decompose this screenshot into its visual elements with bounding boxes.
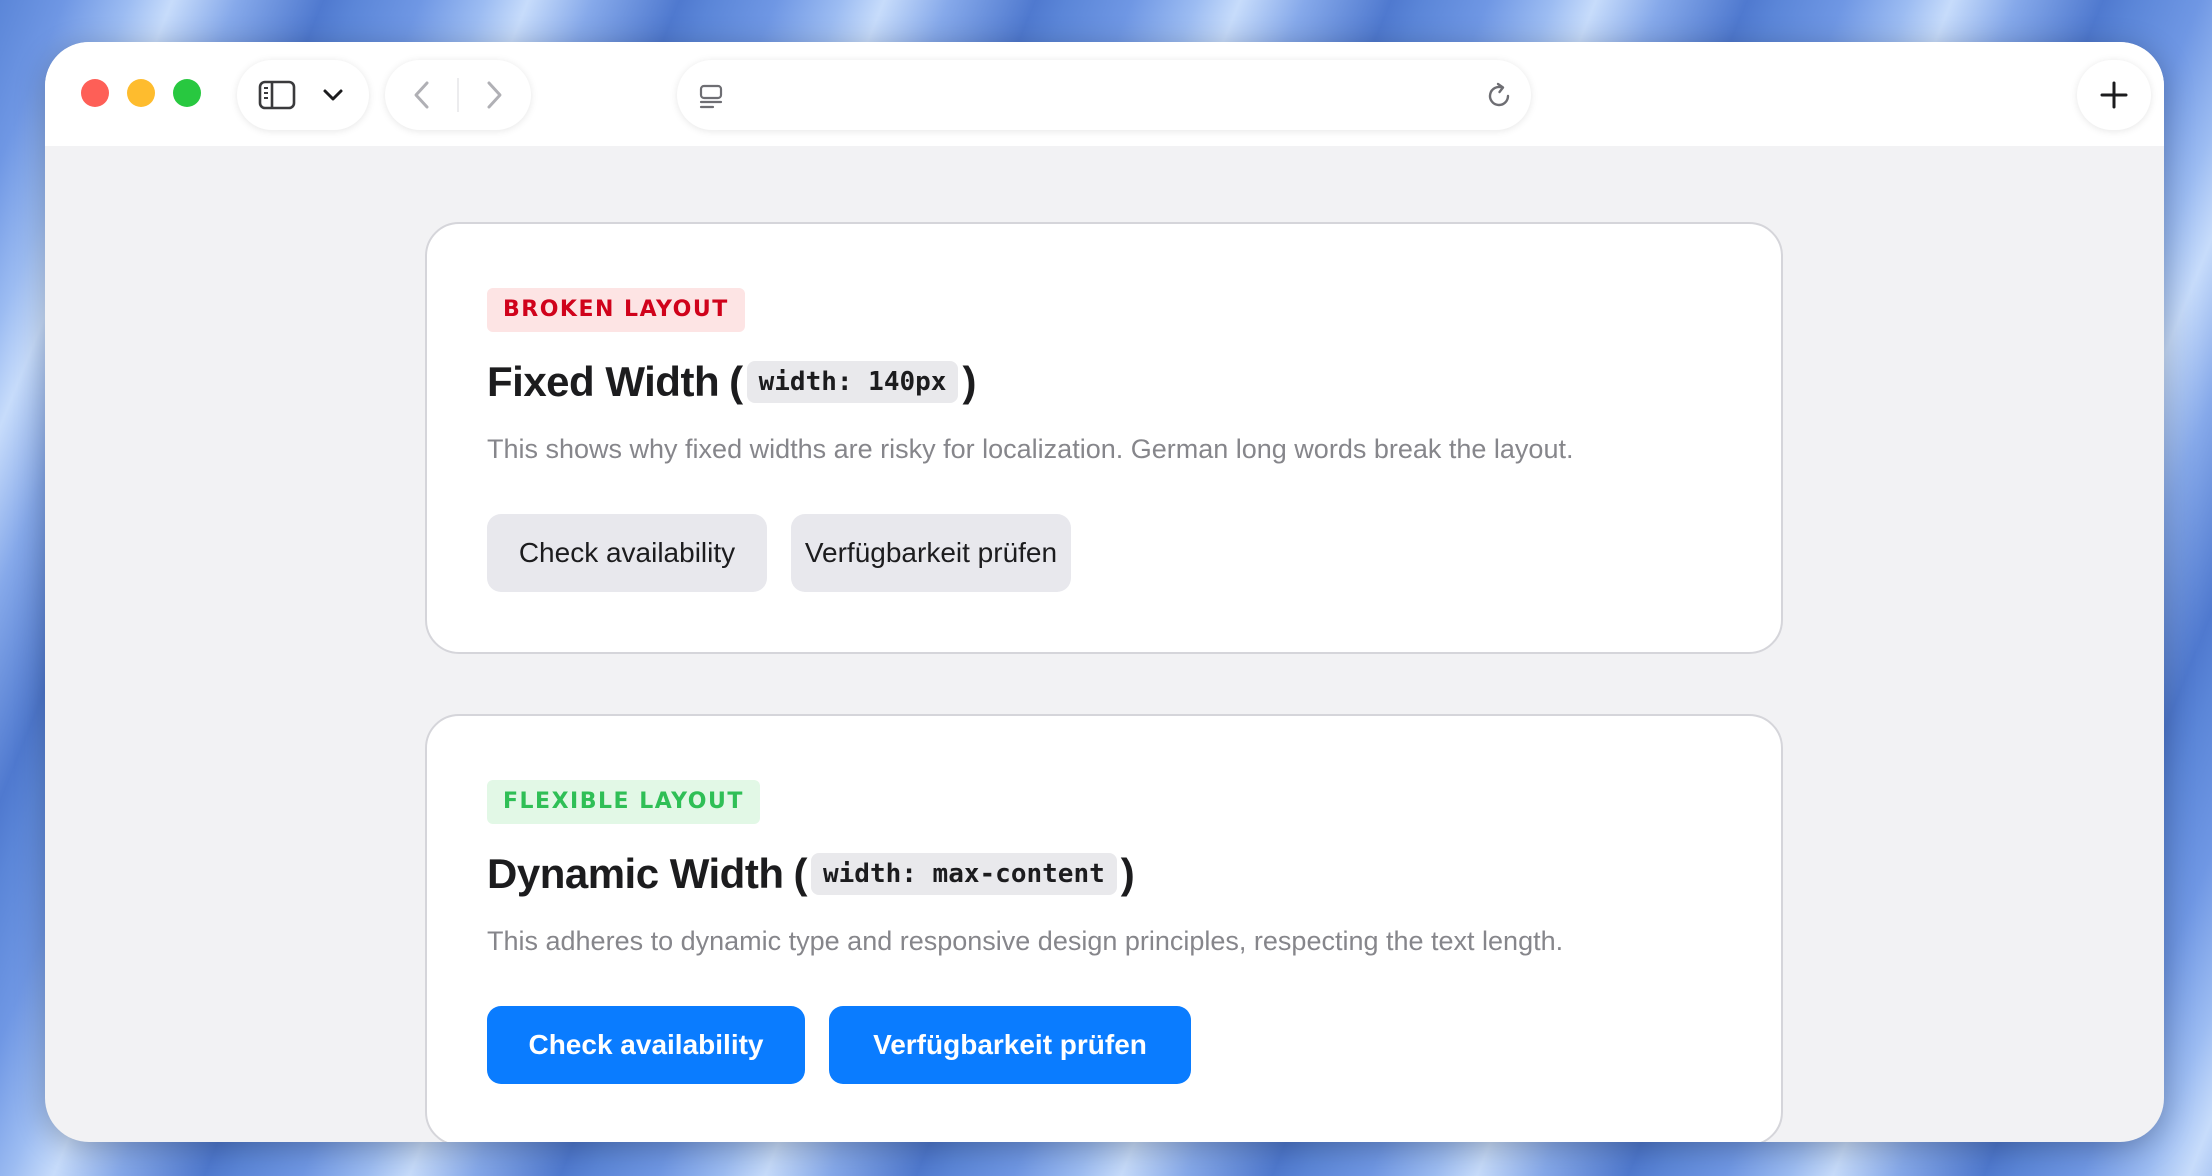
open-paren: ( — [729, 358, 743, 405]
new-tab-button[interactable] — [2077, 60, 2151, 130]
address-bar[interactable] — [677, 60, 1531, 130]
card-title-text: Fixed Width — [487, 358, 720, 405]
check-availability-button[interactable]: Check availability — [487, 514, 767, 592]
chevron-right-icon[interactable] — [479, 80, 509, 110]
chevron-down-icon[interactable] — [321, 84, 345, 106]
sidebar-toggle-group — [237, 60, 369, 130]
card-description: This shows why fixed widths are risky fo… — [487, 434, 1574, 464]
minimize-window-button[interactable] — [127, 79, 155, 107]
css-code-snippet: width: max-content — [810, 853, 1117, 895]
page-content: BROKEN LAYOUT Fixed Width ( width: 140px… — [45, 146, 2164, 1142]
plus-icon — [2099, 80, 2129, 110]
zoom-window-button[interactable] — [173, 79, 201, 107]
dynamic-width-card: FLEXIBLE LAYOUT Dynamic Width ( width: m… — [425, 714, 1783, 1142]
chevron-left-icon[interactable] — [407, 80, 437, 110]
status-badge: BROKEN LAYOUT — [487, 288, 745, 332]
check-availability-button[interactable]: Check availability — [487, 1006, 805, 1084]
card-description: This adheres to dynamic type and respons… — [487, 926, 1564, 956]
close-paren: ) — [962, 358, 976, 405]
close-paren: ) — [1120, 850, 1135, 897]
verfuegbarkeit-pruefen-button[interactable]: Verfügbarkeit prüfen — [829, 1006, 1191, 1084]
card-title: Fixed Width ( width: 140px ) — [487, 358, 976, 406]
css-code-snippet: width: 140px — [746, 361, 959, 403]
reader-icon[interactable] — [697, 82, 725, 110]
fixed-width-card: BROKEN LAYOUT Fixed Width ( width: 140px… — [425, 222, 1783, 654]
browser-window: BROKEN LAYOUT Fixed Width ( width: 140px… — [45, 42, 2164, 1142]
card-title: Dynamic Width ( width: max-content ) — [487, 850, 1135, 898]
verfuegbarkeit-pruefen-button[interactable]: Verfügbarkeit prüfen — [791, 514, 1071, 592]
close-window-button[interactable] — [81, 79, 109, 107]
status-badge: FLEXIBLE LAYOUT — [487, 780, 760, 824]
reload-icon[interactable] — [1483, 80, 1515, 112]
sidebar-icon[interactable] — [257, 80, 297, 110]
nav-divider — [457, 78, 459, 112]
card-title-text: Dynamic Width — [487, 850, 784, 897]
navigation-group — [385, 60, 531, 130]
open-paren: ( — [793, 850, 807, 897]
browser-toolbar — [45, 42, 2164, 146]
